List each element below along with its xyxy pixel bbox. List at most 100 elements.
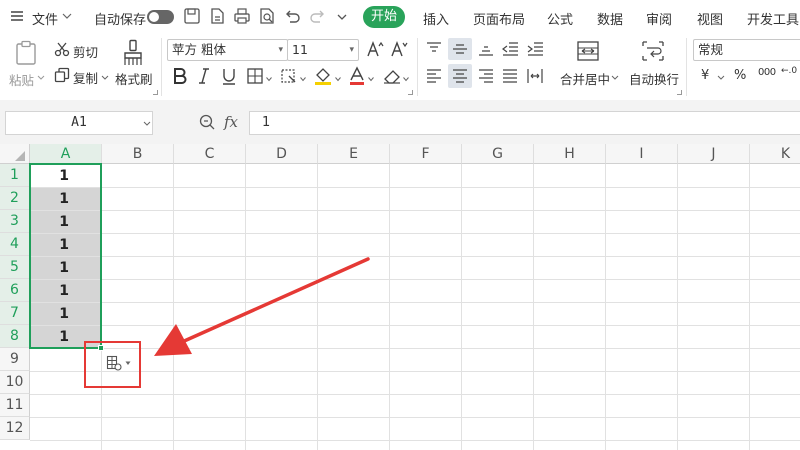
chevron-down-icon[interactable] <box>266 76 272 82</box>
tab-view[interactable]: 视图 <box>697 9 723 28</box>
tab-formulas[interactable]: 公式 <box>547 9 573 28</box>
align-center-icon[interactable] <box>451 68 469 84</box>
tab-data[interactable]: 数据 <box>597 9 623 28</box>
bold-icon[interactable] <box>172 67 188 85</box>
row-header-5[interactable]: 5 <box>0 256 30 279</box>
name-box[interactable]: A1 <box>5 111 153 135</box>
row-header-2[interactable]: 2 <box>0 187 30 210</box>
undo-icon[interactable] <box>283 7 301 25</box>
alignment-group-launcher[interactable] <box>677 90 682 95</box>
copy-button[interactable]: 复制 <box>73 68 98 87</box>
hamburger-icon[interactable] <box>10 9 24 23</box>
row-header-8[interactable]: 8 <box>0 325 30 348</box>
print-icon[interactable] <box>233 7 251 25</box>
justify-icon[interactable] <box>501 68 519 84</box>
tab-page-layout[interactable]: 页面布局 <box>473 9 525 28</box>
font-size-select[interactable]: 11 ▾ <box>287 39 359 61</box>
chevron-down-icon[interactable] <box>403 76 409 82</box>
save-icon[interactable] <box>183 7 201 25</box>
merge-dropdown-icon[interactable] <box>611 74 619 82</box>
thousands-separator-button[interactable]: 000 <box>758 67 776 78</box>
merge-center-button[interactable]: 合并居中 <box>560 69 610 88</box>
redo-icon[interactable] <box>309 7 327 25</box>
format-painter-label[interactable]: 格式刷 <box>115 69 153 88</box>
file-menu[interactable]: 文件 <box>32 9 58 28</box>
row-header-11[interactable]: 11 <box>0 394 30 417</box>
row-header-12[interactable]: 12 <box>0 417 30 440</box>
align-left-icon[interactable] <box>425 68 443 84</box>
align-top-icon[interactable] <box>425 41 443 57</box>
merge-center-icon[interactable] <box>576 40 600 62</box>
row-header-4[interactable]: 4 <box>0 233 30 256</box>
align-right-icon[interactable] <box>477 68 495 84</box>
column-header-h[interactable]: H <box>534 144 606 164</box>
chevron-down-icon[interactable] <box>335 76 341 82</box>
format-painter-icon[interactable] <box>122 39 144 67</box>
column-header-b[interactable]: B <box>102 144 174 164</box>
column-header-g[interactable]: G <box>462 144 534 164</box>
chevron-down-icon[interactable] <box>62 11 72 21</box>
borders-icon[interactable] <box>246 67 264 85</box>
italic-icon[interactable] <box>197 67 211 85</box>
column-header-f[interactable]: F <box>390 144 462 164</box>
column-header-d[interactable]: D <box>246 144 318 164</box>
row-header-7[interactable]: 7 <box>0 302 30 325</box>
tab-developer[interactable]: 开发工具 <box>747 9 799 28</box>
increase-indent-icon[interactable] <box>526 41 544 57</box>
column-header-e[interactable]: E <box>318 144 390 164</box>
underline-icon[interactable] <box>221 67 237 85</box>
select-all-corner[interactable] <box>0 144 30 164</box>
increase-decimal-button[interactable]: ←.0 <box>781 67 797 76</box>
paste-icon[interactable] <box>14 40 38 66</box>
decrease-font-icon[interactable] <box>390 40 408 58</box>
number-format-select[interactable]: 常规 <box>693 39 800 61</box>
percent-button[interactable]: % <box>734 68 746 83</box>
row-header-6[interactable]: 6 <box>0 279 30 302</box>
chevron-down-icon[interactable] <box>300 76 306 82</box>
align-middle-icon[interactable] <box>451 41 469 57</box>
decrease-indent-icon[interactable] <box>501 41 519 57</box>
print-preview-icon[interactable] <box>258 7 276 25</box>
scissors-icon[interactable] <box>54 41 70 57</box>
tab-review[interactable]: 审阅 <box>646 9 672 28</box>
autofill-options-button[interactable] <box>103 352 133 374</box>
increase-font-icon[interactable] <box>366 40 384 58</box>
column-header-k[interactable]: K <box>750 144 800 164</box>
paste-dropdown-icon[interactable] <box>37 74 45 82</box>
font-group-launcher[interactable] <box>408 90 413 95</box>
chevron-down-icon[interactable] <box>368 76 374 82</box>
clipboard-group-launcher[interactable] <box>153 90 158 95</box>
font-color-icon[interactable] <box>348 66 366 86</box>
formula-input[interactable]: 1 <box>249 111 800 135</box>
align-bottom-icon[interactable] <box>477 41 495 57</box>
export-pdf-icon[interactable] <box>208 7 226 25</box>
paste-label[interactable]: 粘贴 <box>9 70 34 89</box>
font-name-select[interactable]: 苹方 粗体 ▾ <box>167 39 288 61</box>
distributed-align-icon[interactable] <box>526 67 544 85</box>
wrap-text-button[interactable]: 自动换行 <box>629 69 679 88</box>
wrap-text-icon[interactable] <box>641 40 665 62</box>
copy-icon[interactable] <box>54 67 70 83</box>
column-header-i[interactable]: I <box>606 144 678 164</box>
column-header-j[interactable]: J <box>678 144 750 164</box>
autosave-toggle[interactable] <box>147 10 174 24</box>
fx-button[interactable]: fx <box>224 113 238 131</box>
cut-button[interactable]: 剪切 <box>73 42 98 61</box>
currency-button[interactable]: ¥ <box>701 68 709 83</box>
copy-dropdown-icon[interactable] <box>101 74 109 82</box>
fill-color-icon[interactable] <box>313 66 333 86</box>
row-header-3[interactable]: 3 <box>0 210 30 233</box>
zoom-search-icon[interactable] <box>198 113 216 131</box>
eraser-icon[interactable] <box>382 67 402 85</box>
column-header-c[interactable]: C <box>174 144 246 164</box>
name-box-dropdown-icon[interactable] <box>143 120 151 128</box>
tab-start[interactable]: 开始 <box>363 6 405 28</box>
column-header-a[interactable]: A <box>30 144 102 164</box>
row-header-1[interactable]: 1 <box>0 164 30 187</box>
more-chevron-icon[interactable] <box>336 11 348 23</box>
row-header-9[interactable]: 9 <box>0 348 30 371</box>
row-header-10[interactable]: 10 <box>0 371 30 394</box>
tab-insert[interactable]: 插入 <box>423 9 449 28</box>
currency-dropdown-icon[interactable] <box>717 74 725 82</box>
cell-style-icon[interactable] <box>280 67 298 85</box>
